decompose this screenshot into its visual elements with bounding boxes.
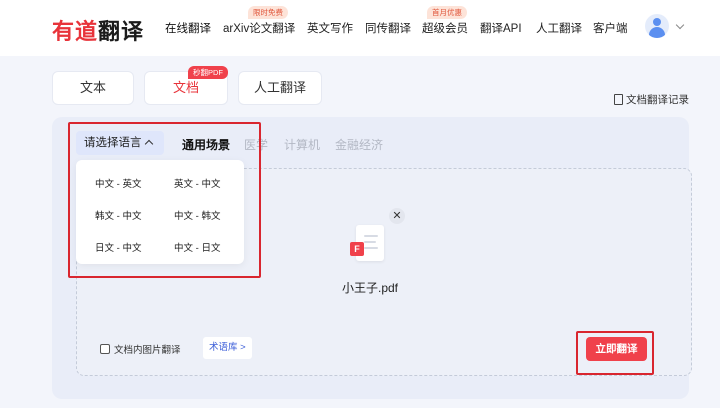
scene-computer[interactable]: 计算机 bbox=[284, 136, 320, 153]
lang-option-zh-ko[interactable]: 中文 - 韩文 bbox=[174, 208, 220, 222]
lang-option-ko-zh[interactable]: 韩文 - 中文 bbox=[95, 208, 141, 222]
nav-arxiv-translate[interactable]: arXiv论文翻译 bbox=[223, 20, 295, 36]
chevron-down-icon[interactable] bbox=[675, 20, 685, 30]
nav-english-writing[interactable]: 英文写作 bbox=[307, 20, 353, 36]
pdf-badge: 秒翻PDF bbox=[188, 66, 228, 79]
youdao-logo[interactable]: 有道翻译 bbox=[52, 14, 144, 46]
document-history-link[interactable]: 文档翻译记录 bbox=[614, 92, 689, 107]
file-name: 小王子.pdf bbox=[341, 281, 399, 295]
lang-option-zh-ja[interactable]: 中文 - 日文 bbox=[174, 240, 220, 254]
nav-simultaneous-translate[interactable]: 同传翻译 bbox=[365, 20, 411, 36]
lang-option-zh-en[interactable]: 中文 - 英文 bbox=[95, 176, 141, 190]
scene-medical[interactable]: 医学 bbox=[244, 136, 268, 153]
pdf-file-icon: F bbox=[350, 225, 384, 265]
translate-now-button[interactable]: 立即翻译 bbox=[586, 337, 647, 361]
remove-file-close-icon[interactable]: ✕ bbox=[389, 208, 405, 224]
chevron-up-icon bbox=[144, 139, 154, 149]
lang-option-en-zh[interactable]: 英文 - 中文 bbox=[174, 176, 220, 190]
nav-badge-first-month: 首月优惠 bbox=[427, 6, 467, 19]
nav-translate-api[interactable]: 翻译API bbox=[480, 20, 522, 36]
language-select-button[interactable]: 请选择语言 bbox=[76, 131, 164, 155]
lang-option-ja-zh[interactable]: 日文 - 中文 bbox=[95, 240, 141, 254]
tab-text[interactable]: 文本 bbox=[52, 71, 134, 105]
top-header: 有道翻译 在线翻译 限时免费 arXiv论文翻译 英文写作 同传翻译 首月优惠 … bbox=[0, 0, 720, 56]
nav-online-translate[interactable]: 在线翻译 bbox=[165, 20, 211, 36]
nav-super-member[interactable]: 超级会员 bbox=[422, 20, 468, 36]
scene-general[interactable]: 通用场景 bbox=[182, 136, 230, 153]
nav-client[interactable]: 客户端 bbox=[593, 20, 628, 36]
image-translate-checkbox[interactable]: 文档内图片翻译 bbox=[100, 342, 181, 356]
scene-finance[interactable]: 金融经济 bbox=[335, 136, 383, 153]
tab-human-translate[interactable]: 人工翻译 bbox=[238, 71, 322, 105]
nav-human-translate[interactable]: 人工翻译 bbox=[536, 20, 582, 36]
document-icon bbox=[614, 94, 623, 105]
user-avatar-icon[interactable] bbox=[645, 14, 669, 38]
term-library-link[interactable]: 术语库 > bbox=[203, 337, 252, 359]
nav-badge-free: 限时免费 bbox=[248, 6, 288, 19]
checkbox-icon[interactable] bbox=[100, 344, 110, 354]
